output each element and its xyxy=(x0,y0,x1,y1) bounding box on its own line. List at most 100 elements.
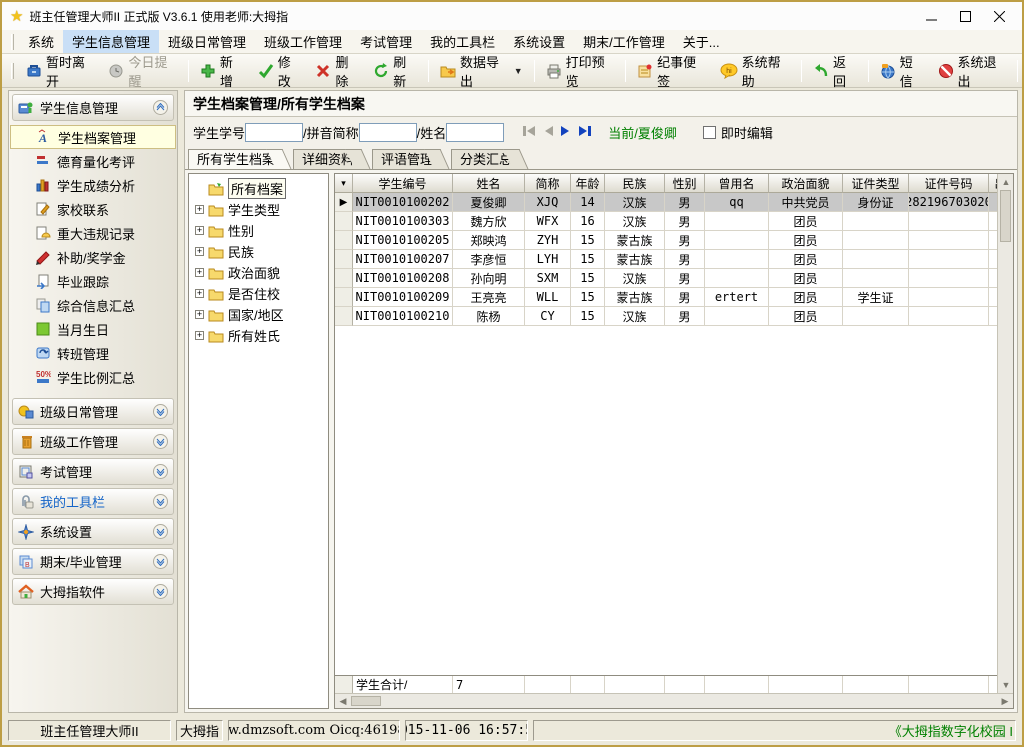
table-row[interactable]: NIT0010100210陈杨CY15汉族男团员1986 xyxy=(335,307,997,326)
hscroll-thumb[interactable] xyxy=(351,696,381,706)
grid-selector-header[interactable]: ▾ xyxy=(335,174,353,193)
tree-expand-icon[interactable]: + xyxy=(195,310,204,319)
sidebar-group-class-work[interactable]: 班级工作管理 xyxy=(12,428,174,455)
data-export-button[interactable]: 数据导出▼ xyxy=(433,48,530,94)
expand-chevron-icon[interactable] xyxy=(153,404,168,419)
horizontal-scrollbar[interactable]: ◀ ▶ xyxy=(335,693,1013,708)
column-header-2[interactable]: 简称 xyxy=(525,174,571,193)
tab-2[interactable]: 评语管理 xyxy=(372,149,437,169)
first-record-button[interactable] xyxy=(522,125,536,140)
scroll-right-icon[interactable]: ▶ xyxy=(997,694,1013,709)
sidebar-group-dmz-software[interactable]: 大拇指软件 xyxy=(12,578,174,605)
instant-edit-checkbox[interactable] xyxy=(703,126,716,139)
table-row[interactable]: NIT0010100209王亮亮WLL15蒙古族男ertert团员学生证1986 xyxy=(335,288,997,307)
scroll-down-icon[interactable]: ▼ xyxy=(998,677,1014,693)
tab-0[interactable]: 所有学生档案 xyxy=(188,149,279,169)
scroll-left-icon[interactable]: ◀ xyxy=(335,694,351,709)
name-input[interactable] xyxy=(446,123,504,142)
tree-node-3[interactable]: +民族 xyxy=(191,241,326,262)
sidebar-item-home-school-contact[interactable]: 家校联系 xyxy=(9,197,177,221)
tree-node-6[interactable]: +国家/地区 xyxy=(191,304,326,325)
sidebar-group-term-end[interactable]: B期末/毕业管理 xyxy=(12,548,174,575)
back-button[interactable]: 返回 xyxy=(806,48,864,94)
column-header-4[interactable]: 民族 xyxy=(605,174,665,193)
expand-chevron-icon[interactable] xyxy=(153,554,168,569)
tree-node-2[interactable]: +性别 xyxy=(191,220,326,241)
table-row[interactable]: ▶NIT0010100202夏俊卿XJQ14汉族男qq中共党员身份证282196… xyxy=(335,193,997,212)
column-header-0[interactable]: 学生编号 xyxy=(353,174,453,193)
sidebar-group-my-toolbar[interactable]: 我的工具栏 xyxy=(12,488,174,515)
sidebar-item-student-ratio[interactable]: 50%学生比例汇总 xyxy=(9,365,177,389)
tree-expand-icon[interactable]: + xyxy=(195,226,204,235)
tree-expand-icon[interactable]: + xyxy=(195,205,204,214)
sidebar-item-moral-evaluation[interactable]: 德育量化考评 xyxy=(9,149,177,173)
sms-button[interactable]: 短信 xyxy=(873,48,931,94)
tree-expand-icon[interactable]: + xyxy=(195,268,204,277)
help-icon: hi xyxy=(720,63,738,79)
sidebar-item-birthday-month[interactable]: 当月生日 xyxy=(9,317,177,341)
column-header-10[interactable]: 出生日期 xyxy=(989,174,997,193)
sidebar-group-exam-management[interactable]: 考试管理 xyxy=(12,458,174,485)
memo-button[interactable]: 纪事便签 xyxy=(630,48,712,94)
expand-chevron-icon[interactable] xyxy=(153,524,168,539)
last-record-button[interactable] xyxy=(578,125,592,140)
table-row[interactable]: NIT0010100208孙向明SXM15汉族男团员1986 xyxy=(335,269,997,288)
column-header-3[interactable]: 年龄 xyxy=(571,174,605,193)
dropdown-arrow-icon[interactable]: ▼ xyxy=(514,66,523,76)
refresh-button[interactable]: 刷新 xyxy=(366,48,424,94)
edit-button[interactable]: 修改 xyxy=(251,48,309,94)
tree-node-1[interactable]: +学生类型 xyxy=(191,199,326,220)
expand-chevron-icon[interactable] xyxy=(153,584,168,599)
prev-record-button[interactable] xyxy=(542,125,554,140)
table-row[interactable]: NIT0010100303魏方欣WFX16汉族男团员1986 xyxy=(335,212,997,231)
vertical-scrollbar[interactable]: ▲ ▼ xyxy=(997,174,1013,693)
tree-node-5[interactable]: +是否住校 xyxy=(191,283,326,304)
scroll-up-icon[interactable]: ▲ xyxy=(998,174,1014,190)
help-button[interactable]: hi系统帮助 xyxy=(713,48,797,94)
delete-button[interactable]: 删除 xyxy=(308,48,366,94)
tree-expand-icon[interactable]: + xyxy=(195,289,204,298)
sidebar-group-system-settings[interactable]: 系统设置 xyxy=(12,518,174,545)
sidebar-item-graduation-tracking[interactable]: 毕业跟踪 xyxy=(9,269,177,293)
column-header-7[interactable]: 政治面貌 xyxy=(769,174,843,193)
close-button[interactable] xyxy=(982,5,1016,27)
sidebar-group-class-daily[interactable]: 班级日常管理 xyxy=(12,398,174,425)
sidebar-item-info-summary[interactable]: 综合信息汇总 xyxy=(9,293,177,317)
column-header-9[interactable]: 证件号码 xyxy=(909,174,989,193)
expand-chevron-icon[interactable] xyxy=(153,434,168,449)
print-preview-button[interactable]: 打印预览 xyxy=(539,48,621,94)
vscroll-thumb[interactable] xyxy=(1000,190,1011,242)
table-row[interactable]: NIT0010100205郑映鸿ZYH15蒙古族男团员1986 xyxy=(335,231,997,250)
pinyin-input[interactable] xyxy=(359,123,417,142)
expand-chevron-icon[interactable] xyxy=(153,464,168,479)
tree-node-0[interactable]: 所有档案 xyxy=(191,178,326,199)
tree-expand-icon[interactable]: + xyxy=(195,247,204,256)
column-header-6[interactable]: 曾用名 xyxy=(705,174,769,193)
expand-chevron-icon[interactable] xyxy=(153,494,168,509)
tree-node-4[interactable]: +政治面貌 xyxy=(191,262,326,283)
collapse-chevron-icon[interactable] xyxy=(153,100,168,115)
sidebar-item-violation-record[interactable]: 重大违规记录 xyxy=(9,221,177,245)
minimize-button[interactable] xyxy=(914,5,948,27)
sidebar-group-student-info[interactable]: 学生信息管理 xyxy=(12,94,174,121)
add-button[interactable]: 新增 xyxy=(193,48,251,94)
contact-icon xyxy=(35,201,51,217)
sidebar-item-student-archive[interactable]: A学生档案管理 xyxy=(10,125,176,149)
tree-expand-icon[interactable]: + xyxy=(195,331,204,340)
leave-button[interactable]: 暂时离开 xyxy=(19,48,101,94)
tab-3[interactable]: 分类汇总 xyxy=(451,149,516,169)
reminder-button[interactable]: 今日提醒 xyxy=(101,48,183,94)
tree-node-7[interactable]: +所有姓氏 xyxy=(191,325,326,346)
sidebar-item-class-transfer[interactable]: 转班管理 xyxy=(9,341,177,365)
student-id-input[interactable] xyxy=(245,123,303,142)
column-header-8[interactable]: 证件类型 xyxy=(843,174,909,193)
table-row[interactable]: NIT0010100207李彦恒LYH15蒙古族男团员1986 xyxy=(335,250,997,269)
maximize-button[interactable] xyxy=(948,5,982,27)
sidebar-item-score-analysis[interactable]: 学生成绩分析 xyxy=(9,173,177,197)
exit-button[interactable]: 系统退出 xyxy=(931,48,1013,94)
sidebar-item-subsidy-scholarship[interactable]: 补助/奖学金 xyxy=(9,245,177,269)
column-header-1[interactable]: 姓名 xyxy=(453,174,525,193)
next-record-button[interactable] xyxy=(560,125,572,140)
tab-1[interactable]: 详细资料 xyxy=(293,149,358,169)
column-header-5[interactable]: 性别 xyxy=(665,174,705,193)
